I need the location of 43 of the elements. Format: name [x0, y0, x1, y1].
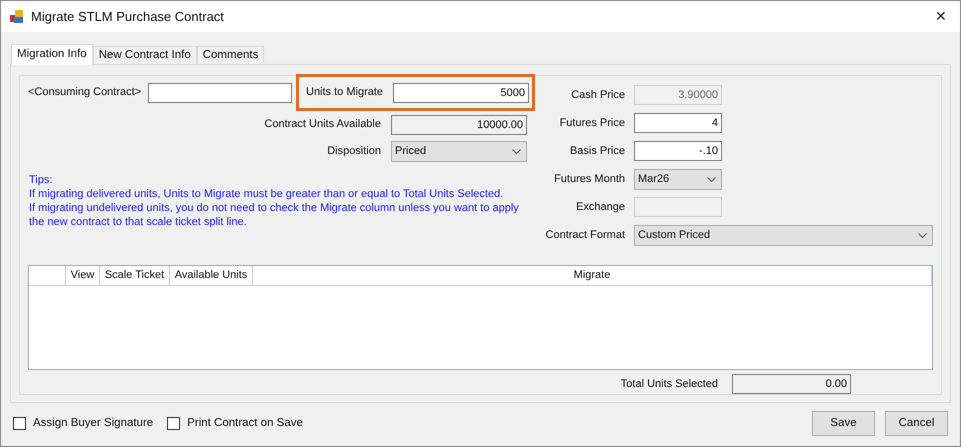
field-label: Total Units Selected: [620, 376, 718, 392]
chevron-down-icon: [918, 232, 927, 238]
tip-text: the new contract to that scale ticket split line.: [29, 215, 248, 229]
input-field[interactable]: 10000.00: [391, 114, 527, 134]
column-header[interactable]: Available Units: [170, 266, 253, 285]
field-label: Basis Price: [570, 144, 625, 159]
field-label: Contract Format: [546, 228, 625, 243]
input-field[interactable]: -.10: [634, 141, 722, 161]
close-button[interactable]: ✕: [928, 4, 954, 28]
field-label: Contract Units Available: [264, 117, 381, 132]
consuming-contract-field[interactable]: [148, 82, 292, 102]
dropdown[interactable]: Mar26: [634, 168, 722, 190]
field-label: Futures Month: [554, 172, 625, 187]
checkbox-label: Print Contract on Save: [187, 416, 303, 431]
checkbox-label: Assign Buyer Signature: [33, 416, 154, 431]
checkbox[interactable]: [13, 417, 26, 430]
checkbox[interactable]: [167, 417, 180, 430]
field-label: Exchange: [576, 200, 625, 215]
field-label: Disposition: [327, 144, 381, 160]
app-icon: [9, 8, 25, 24]
dropdown[interactable]: Custom Priced: [634, 224, 933, 246]
tip-text: If migrating delivered units, Units to Migrate must be greater than or equal to Total Units Selected.: [29, 187, 504, 201]
column-header[interactable]: Migrate: [253, 266, 932, 285]
dialog-button[interactable]: Save: [812, 411, 875, 436]
tab[interactable]: Comments: [196, 46, 264, 65]
dialog-button[interactable]: Cancel: [885, 411, 948, 436]
column-header[interactable]: Scale Ticket: [100, 266, 170, 285]
window-title: Migrate STLM Purchase Contract: [31, 8, 224, 26]
field-label: Units to Migrate: [306, 85, 383, 100]
tip-text: If migrating undelivered units, you do not need to check the Migrate column unless you want to apply: [29, 201, 520, 215]
tip-text: Tips:: [29, 173, 54, 187]
total-units-field: 0.00: [732, 374, 851, 394]
input-field[interactable]: 4: [634, 113, 722, 133]
chevron-down-icon: [512, 149, 521, 154]
field-label: Futures Price: [560, 116, 625, 131]
dropdown[interactable]: Priced: [391, 141, 527, 162]
field-label: <Consuming Contract>: [28, 85, 142, 100]
tab[interactable]: New Contract Info: [92, 46, 197, 65]
column-header[interactable]: View: [66, 266, 100, 285]
chevron-down-icon: [707, 176, 716, 182]
tab[interactable]: Migration Info: [11, 44, 93, 65]
input-field[interactable]: 5000: [393, 82, 529, 102]
field-label: Cash Price: [571, 88, 625, 103]
